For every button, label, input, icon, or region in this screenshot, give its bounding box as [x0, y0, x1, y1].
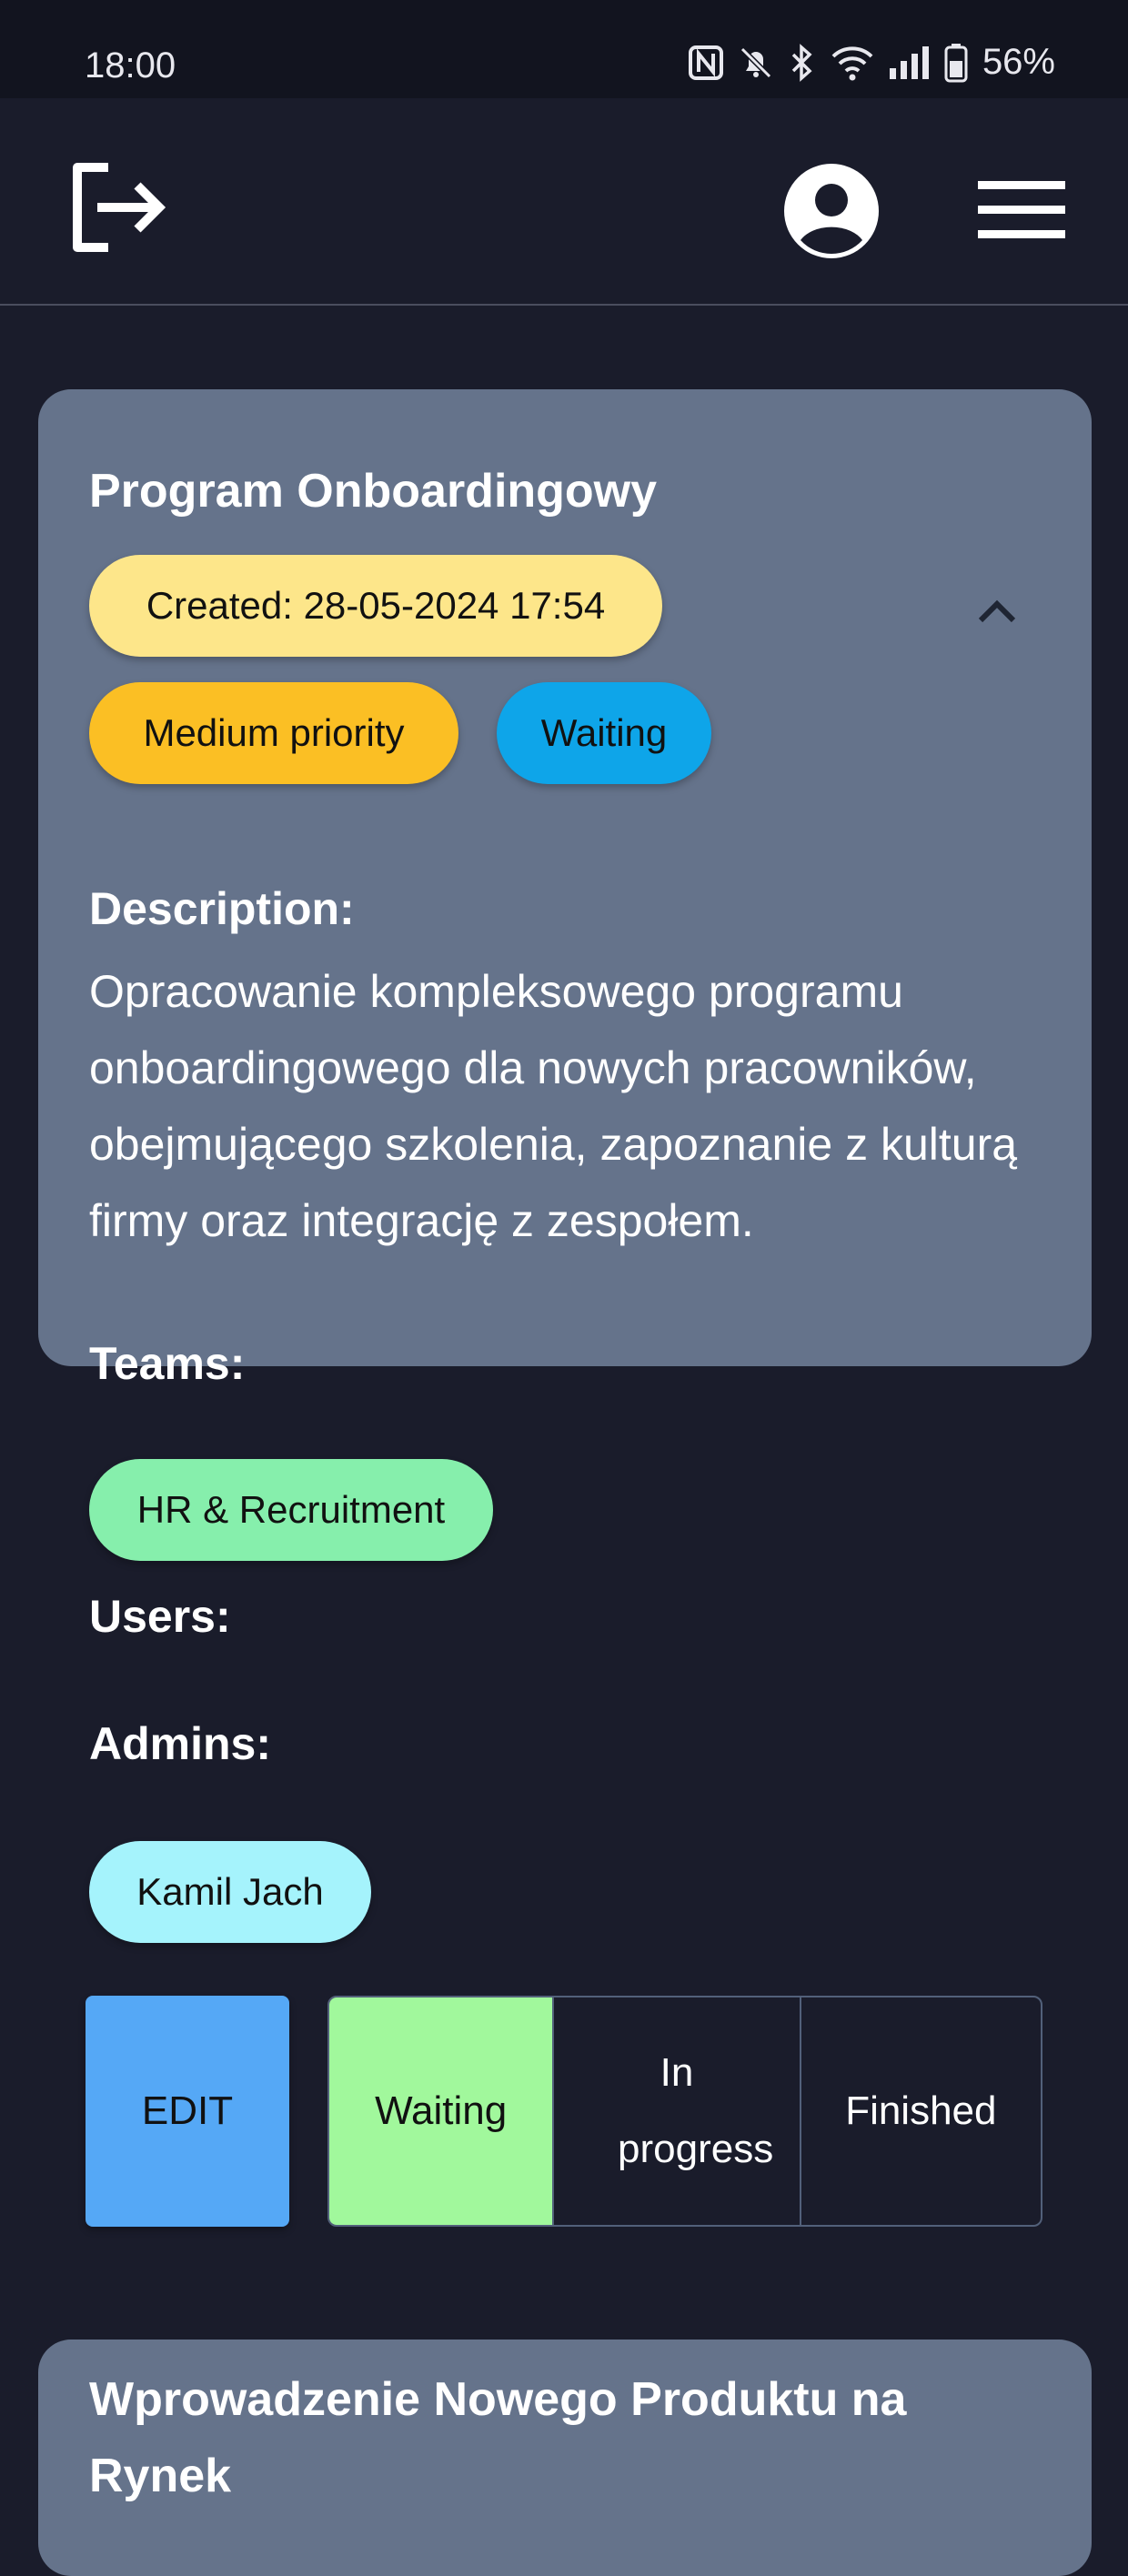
description-label: Description: [89, 883, 355, 934]
created-date-chip: Created: 28-05-2024 17:54 [89, 555, 662, 657]
wifi-icon [831, 45, 873, 80]
users-label: Users: [89, 1591, 231, 1642]
account-button[interactable] [781, 160, 882, 262]
edit-button[interactable]: EDIT [86, 1996, 289, 2227]
status-option-waiting[interactable]: Waiting [329, 1997, 555, 2225]
collapse-chevron-icon[interactable] [975, 589, 1019, 633]
status-icons: 56% [688, 42, 1055, 83]
status-option-in-progress[interactable]: In progress [554, 1997, 801, 2225]
task-card: Program Onboardingowy Created: 28-05-202… [38, 389, 1092, 1943]
status-time: 18:00 [85, 45, 176, 86]
task-card: Wprowadzenie Nowego Produktu na Rynek [38, 2340, 1092, 2576]
bell-muted-icon [740, 46, 772, 78]
signal-icon [889, 45, 929, 79]
battery-icon [944, 43, 968, 82]
battery-percentage: 56% [982, 42, 1055, 82]
admin-chip: Kamil Jach [89, 1841, 371, 1943]
logout-button[interactable] [64, 157, 173, 257]
app-header [0, 98, 1128, 306]
status-option-finished[interactable]: Finished [801, 1997, 1041, 2225]
status-chip: Waiting [497, 682, 711, 784]
task-title: Program Onboardingowy [89, 465, 658, 518]
teams-label: Teams: [89, 1338, 246, 1389]
hamburger-menu-icon [978, 181, 1065, 238]
status-option-in-progress-label: In progress [618, 2050, 774, 2171]
status-toggle-group: Waiting In progress Finished [327, 1996, 1042, 2227]
bluetooth-icon [791, 43, 812, 82]
team-chip: HR & Recruitment [89, 1459, 493, 1561]
menu-button[interactable] [972, 169, 1072, 251]
status-bar: 18:00 56% [0, 0, 1128, 98]
task-description: Opracowanie kompleksowego programu onboa… [89, 966, 1018, 1246]
priority-chip: Medium priority [89, 682, 458, 784]
logout-icon [73, 163, 166, 252]
admins-label: Admins: [89, 1718, 271, 1769]
nfc-icon [688, 45, 723, 80]
account-circle-icon [784, 164, 879, 258]
task-title: Wprowadzenie Nowego Produktu na Rynek [89, 2373, 907, 2502]
